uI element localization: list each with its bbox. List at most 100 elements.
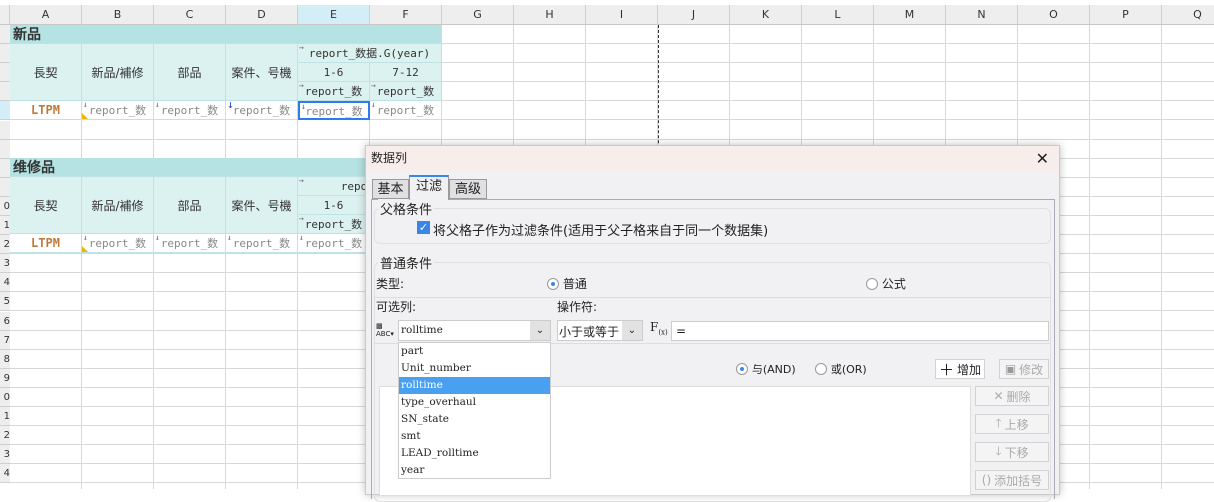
data-cell[interactable]: ↓ report_数 xyxy=(82,101,154,120)
row-header[interactable]: 0 xyxy=(0,196,10,216)
data-cell[interactable]: ↓ report_数 xyxy=(154,234,226,253)
dropdown-option[interactable]: year xyxy=(399,462,550,479)
sub-cell[interactable]: → report_数 xyxy=(370,82,442,101)
row-header[interactable]: 7 xyxy=(0,330,10,350)
column-header-c[interactable]: C xyxy=(154,5,226,25)
row-header[interactable] xyxy=(0,25,10,44)
column-header-i[interactable]: I xyxy=(586,5,658,25)
header-cell[interactable]: 部品 xyxy=(154,44,226,101)
header-cell[interactable]: 案件、号機 xyxy=(226,177,298,234)
move-down-button[interactable]: 🡓 下移 xyxy=(975,442,1049,462)
corner-header[interactable] xyxy=(0,5,10,25)
column-header-a[interactable]: A xyxy=(10,5,82,25)
column-header-e[interactable]: E xyxy=(298,5,370,25)
row-header[interactable] xyxy=(0,120,10,140)
tab-advanced[interactable]: 高级 xyxy=(449,179,487,199)
row-header[interactable]: 2 xyxy=(0,426,10,446)
header-cell[interactable]: 新品/補修 xyxy=(82,44,154,101)
column-header-j[interactable]: J xyxy=(658,5,730,25)
column-header-q[interactable]: Q xyxy=(1162,5,1214,25)
chevron-down-icon[interactable]: ⌄ xyxy=(530,321,550,340)
header-cell[interactable]: 長契 xyxy=(10,177,82,234)
data-cell[interactable]: ↓ report_数 xyxy=(226,234,298,253)
row-header[interactable] xyxy=(0,158,10,178)
tab-basic[interactable]: 基本 xyxy=(372,179,409,199)
add-button[interactable]: ＋增加 xyxy=(935,359,985,379)
logic-or-radio[interactable]: 或(OR) xyxy=(815,361,867,377)
logic-and-radio[interactable]: 与(AND) xyxy=(736,361,796,377)
sub-cell[interactable]: → report_数 xyxy=(298,215,370,234)
column-select[interactable]: rolltime ⌄ xyxy=(398,320,551,341)
sub-header-cell[interactable]: 7-12 xyxy=(370,63,442,82)
row-header[interactable] xyxy=(0,63,10,83)
data-cell[interactable]: ↓ report_数 xyxy=(370,101,442,120)
dropdown-option[interactable]: LEAD_rolltime xyxy=(399,445,550,462)
dropdown-option[interactable]: Unit_number xyxy=(399,360,550,377)
data-cell-ltpm[interactable]: LTPM xyxy=(10,234,82,253)
type-formula-radio[interactable]: 公式 xyxy=(866,275,906,292)
row-header[interactable] xyxy=(0,101,10,121)
data-cell-ltpm[interactable]: LTPM xyxy=(10,101,82,120)
column-header-d[interactable]: D xyxy=(226,5,298,25)
column-header-h[interactable]: H xyxy=(514,5,586,25)
row-header[interactable]: 5 xyxy=(0,292,10,312)
row-header[interactable]: 4 xyxy=(0,273,10,293)
dropdown-option[interactable]: smt xyxy=(399,428,550,445)
dropdown-option-selected[interactable]: rolltime xyxy=(399,377,550,394)
column-header-f[interactable]: F xyxy=(370,5,442,25)
close-icon[interactable]: ✕ xyxy=(1036,146,1049,171)
abc-type-icon[interactable]: ▩ ABC▾ xyxy=(376,322,394,338)
column-header-n[interactable]: N xyxy=(946,5,1018,25)
formula-icon[interactable]: F(x) xyxy=(650,320,668,336)
selected-cell[interactable]: ↓ report_数 xyxy=(298,101,370,120)
row-header[interactable]: 9 xyxy=(0,368,10,388)
header-cell[interactable]: 部品 xyxy=(154,177,226,234)
column-header-b[interactable]: B xyxy=(82,5,154,25)
dropdown-option[interactable]: type_overhaul xyxy=(399,394,550,411)
column-header-m[interactable]: M xyxy=(874,5,946,25)
column-header-l[interactable]: L xyxy=(802,5,874,25)
dropdown-option[interactable]: SN_state xyxy=(399,411,550,428)
data-cell[interactable]: ↓ report_数 xyxy=(298,234,370,253)
column-dropdown-list[interactable]: part Unit_number rolltime type_overhaul … xyxy=(398,342,551,479)
group-header-cell[interactable]: → report_数据.G(year) xyxy=(298,44,442,63)
row-header[interactable]: 3 xyxy=(0,254,10,274)
header-cell[interactable]: 新品/補修 xyxy=(82,177,154,234)
column-header-o[interactable]: O xyxy=(1018,5,1090,25)
type-normal-radio[interactable]: 普通 xyxy=(547,275,587,292)
column-header-p[interactable]: P xyxy=(1090,5,1162,25)
tab-filter[interactable]: 过滤 xyxy=(409,175,449,200)
row-header[interactable] xyxy=(0,139,10,159)
column-header-g[interactable]: G xyxy=(442,5,514,25)
header-cell[interactable]: 案件、号機 xyxy=(226,44,298,101)
data-cell[interactable]: ↓ report_数 xyxy=(154,101,226,120)
delete-button[interactable]: ✕ 删除 xyxy=(975,386,1049,406)
parent-filter-checkbox[interactable]: ✓ xyxy=(417,221,430,234)
column-header-k[interactable]: K xyxy=(730,5,802,25)
dropdown-option[interactable]: part xyxy=(399,343,550,360)
value-input[interactable]: = xyxy=(671,321,1049,341)
data-cell[interactable]: ↓ report_数 xyxy=(226,101,298,120)
row-header[interactable]: 4 xyxy=(0,464,10,484)
row-header[interactable]: 6 xyxy=(0,311,10,331)
add-bracket-button[interactable]: () 添加括号 xyxy=(975,470,1049,490)
row-header[interactable]: 1 xyxy=(0,216,10,235)
sub-cell[interactable]: → report_数 xyxy=(298,82,370,101)
section-title-new[interactable]: 新品 xyxy=(10,25,442,44)
row-header[interactable] xyxy=(0,44,10,64)
row-header[interactable]: 8 xyxy=(0,349,10,369)
header-cell[interactable]: 長契 xyxy=(10,44,82,101)
row-header[interactable]: 1 xyxy=(0,407,10,426)
operator-select[interactable]: 小于或等于 ⌄ xyxy=(557,320,643,341)
row-header[interactable] xyxy=(0,177,10,197)
sub-header-cell[interactable]: 1-6 xyxy=(298,196,370,215)
move-up-button[interactable]: 🡑 上移 xyxy=(975,414,1049,434)
row-header[interactable]: 0 xyxy=(0,387,10,407)
row-header[interactable]: 2 xyxy=(0,235,10,255)
sub-header-cell[interactable]: 1-6 xyxy=(298,63,370,82)
row-header[interactable]: 3 xyxy=(0,445,10,465)
data-cell[interactable]: ↓ report_数 xyxy=(82,234,154,253)
chevron-down-icon[interactable]: ⌄ xyxy=(622,321,642,340)
modify-button[interactable]: ▣ 修改 xyxy=(999,359,1049,379)
row-header[interactable] xyxy=(0,82,10,102)
